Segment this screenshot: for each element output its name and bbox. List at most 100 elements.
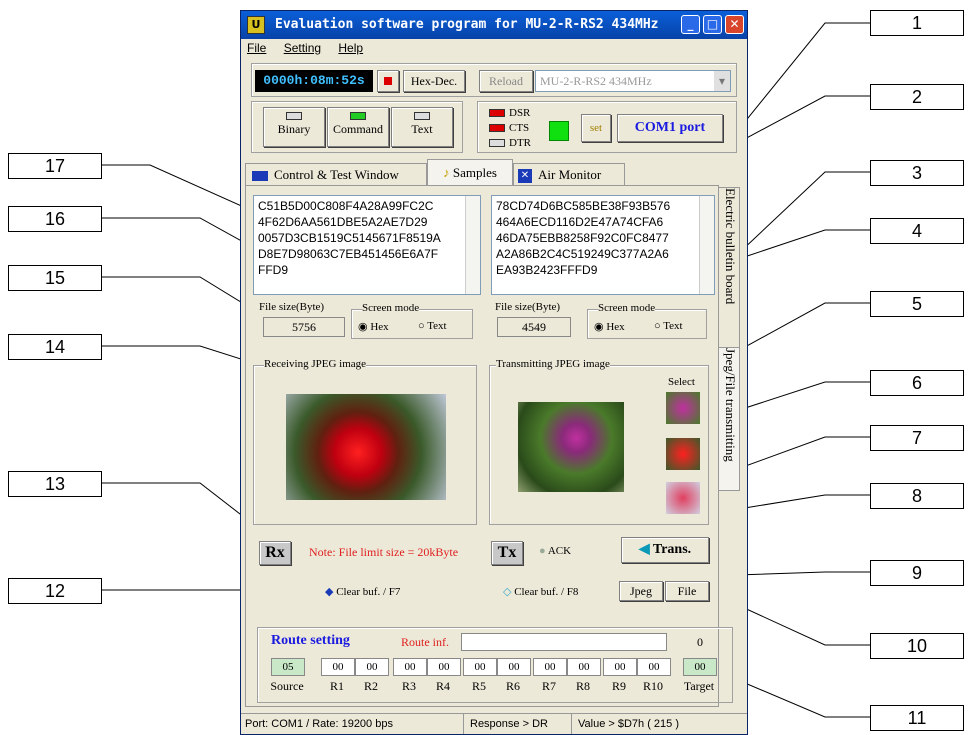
label-target: Target [683, 679, 715, 693]
eraser-icon: ◇ [503, 586, 512, 598]
tab-control-test[interactable]: Control & Test Window [245, 163, 427, 186]
rx-hex-radio[interactable]: ◉ Hex [358, 320, 389, 333]
status-indicator [549, 121, 569, 141]
rx-filesize-label: File size(Byte) [259, 301, 325, 313]
menu-file[interactable]: File [247, 41, 266, 55]
trans-button[interactable]: ◀ Trans. [621, 537, 709, 563]
route-r8-field[interactable]: 00 [567, 658, 601, 676]
route-setting-title: Route setting [271, 633, 350, 648]
tab-samples[interactable]: ♪ Samples [427, 159, 513, 186]
route-r10-field[interactable]: 00 [637, 658, 671, 676]
select-label: Select [668, 376, 695, 388]
signal-leds: DSR CTS DTR [489, 106, 531, 151]
command-button[interactable]: Command [327, 107, 389, 147]
ack-indicator: ● ACK [539, 545, 572, 557]
hex-dec-button[interactable]: Hex-Dec. [403, 70, 465, 92]
menu-help[interactable]: Help [338, 41, 363, 55]
rx-hex-line: 4F62D6AA561DBE5A2AE7D29 [258, 215, 428, 229]
rx-hex-line: C51B5D00C808F4A28A99FC2C [258, 199, 434, 213]
text-mode-button[interactable]: Text [391, 107, 453, 147]
status-response: Response > DR [463, 714, 548, 734]
tx-hex-line: 464A6ECD116D2E47A74CFA6 [496, 215, 664, 229]
rx-image-label: Receiving JPEG image [264, 358, 367, 370]
rx-screen-mode-label: Screen mode [362, 302, 420, 314]
route-r3-field[interactable]: 00 [393, 658, 427, 676]
tx-screen-mode-label: Screen mode [598, 302, 656, 314]
route-r6-field[interactable]: 00 [497, 658, 531, 676]
tx-image-label: Transmitting JPEG image [496, 358, 610, 370]
binary-button[interactable]: Binary [263, 107, 325, 147]
device-select-value: MU-2-R-RS2 434MHz [540, 74, 652, 88]
chevron-down-icon[interactable]: ▾ [714, 71, 730, 91]
label-source: Source [270, 679, 304, 693]
callout-15: 15 [8, 265, 102, 291]
callout-6: 6 [870, 370, 964, 396]
route-r9-field[interactable]: 00 [603, 658, 637, 676]
tab-jpeg-file[interactable]: Jpeg/File transmitting [718, 347, 740, 491]
com-port-button[interactable]: COM1 port [617, 114, 723, 142]
label-r9: R9 [611, 679, 626, 693]
tx-scrollbar[interactable] [699, 196, 714, 294]
text-mode-label: Text [411, 122, 433, 136]
route-count: 0 [697, 635, 703, 649]
tx-clear-buffer-button[interactable]: ◇ Clear buf. / F8 [503, 585, 578, 598]
jpeg-button[interactable]: Jpeg [619, 581, 663, 601]
label-r6: R6 [505, 679, 520, 693]
binary-label: Binary [277, 122, 311, 136]
tx-hex-view[interactable]: 78CD74D6BC585BE38F93B576 464A6ECD116D2E4… [491, 195, 715, 295]
callout-13: 13 [8, 471, 102, 497]
maximize-icon[interactable]: □ [703, 15, 722, 34]
tx-hex-radio[interactable]: ◉ Hex [594, 320, 625, 333]
tab-air-monitor[interactable]: ✕ Air Monitor [513, 163, 625, 186]
route-r7-field[interactable]: 00 [533, 658, 567, 676]
app-window: U Evaluation software program for MU-2-R… [240, 10, 748, 735]
route-r2-field[interactable]: 00 [355, 658, 389, 676]
samples-icon: ♪ [443, 165, 450, 180]
callout-10: 10 [870, 633, 964, 659]
stop-button[interactable] [377, 70, 399, 92]
tx-button[interactable]: Tx [491, 541, 523, 565]
rx-hex-view[interactable]: C51B5D00C808F4A28A99FC2C 4F62D6AA561DBE5… [253, 195, 481, 295]
tx-filesize-value: 4549 [497, 317, 571, 337]
reload-button[interactable]: Reload [479, 70, 533, 92]
menu-bar: File Setting Help [241, 41, 747, 59]
label-r2: R2 [363, 679, 378, 693]
set-button[interactable]: set [581, 114, 611, 142]
rx-clear-buffer-button[interactable]: ◆ Clear buf. / F7 [325, 585, 400, 598]
rose-image [286, 394, 446, 500]
callout-5: 5 [870, 291, 964, 317]
label-r5: R5 [471, 679, 486, 693]
rx-scrollbar[interactable] [465, 196, 480, 294]
minimize-icon[interactable]: _ [681, 15, 700, 34]
status-port: Port: COM1 / Rate: 19200 bps [245, 718, 393, 730]
route-source-field[interactable]: 05 [271, 658, 305, 676]
file-limit-note: Note: File limit size = 20kByte [309, 545, 459, 559]
dsr-label: DSR [509, 107, 531, 119]
label-r3: R3 [401, 679, 416, 693]
callout-8: 8 [870, 483, 964, 509]
rx-button[interactable]: Rx [259, 541, 291, 565]
berries-image [518, 402, 624, 492]
route-r1-field[interactable]: 00 [321, 658, 355, 676]
route-r5-field[interactable]: 00 [463, 658, 497, 676]
dtr-led-icon [489, 139, 505, 148]
tab-bulletin-board[interactable]: Electric bulletin board [718, 187, 740, 349]
rx-hex-line: D8E7D98063C7EB451456E6A7F [258, 247, 439, 261]
tx-text-radio[interactable]: ○ Text [654, 320, 683, 332]
menu-setting[interactable]: Setting [284, 41, 321, 55]
select-thumb-1[interactable] [666, 392, 700, 424]
device-select[interactable]: MU-2-R-RS2 434MHz ▾ [535, 70, 731, 92]
route-target-field[interactable]: 00 [683, 658, 717, 676]
callout-7: 7 [870, 425, 964, 451]
route-inf-field[interactable] [461, 633, 667, 651]
callout-17: 17 [8, 153, 102, 179]
select-thumb-2[interactable] [666, 438, 700, 470]
route-r4-field[interactable]: 00 [427, 658, 461, 676]
file-button[interactable]: File [665, 581, 709, 601]
cts-led-icon [489, 124, 505, 133]
rx-text-radio[interactable]: ○ Text [418, 320, 447, 332]
close-icon[interactable]: ✕ [725, 15, 744, 34]
tx-image-frame: Transmitting JPEG image Select [489, 358, 709, 525]
select-thumb-3[interactable] [666, 482, 700, 514]
window-icon [252, 171, 268, 182]
